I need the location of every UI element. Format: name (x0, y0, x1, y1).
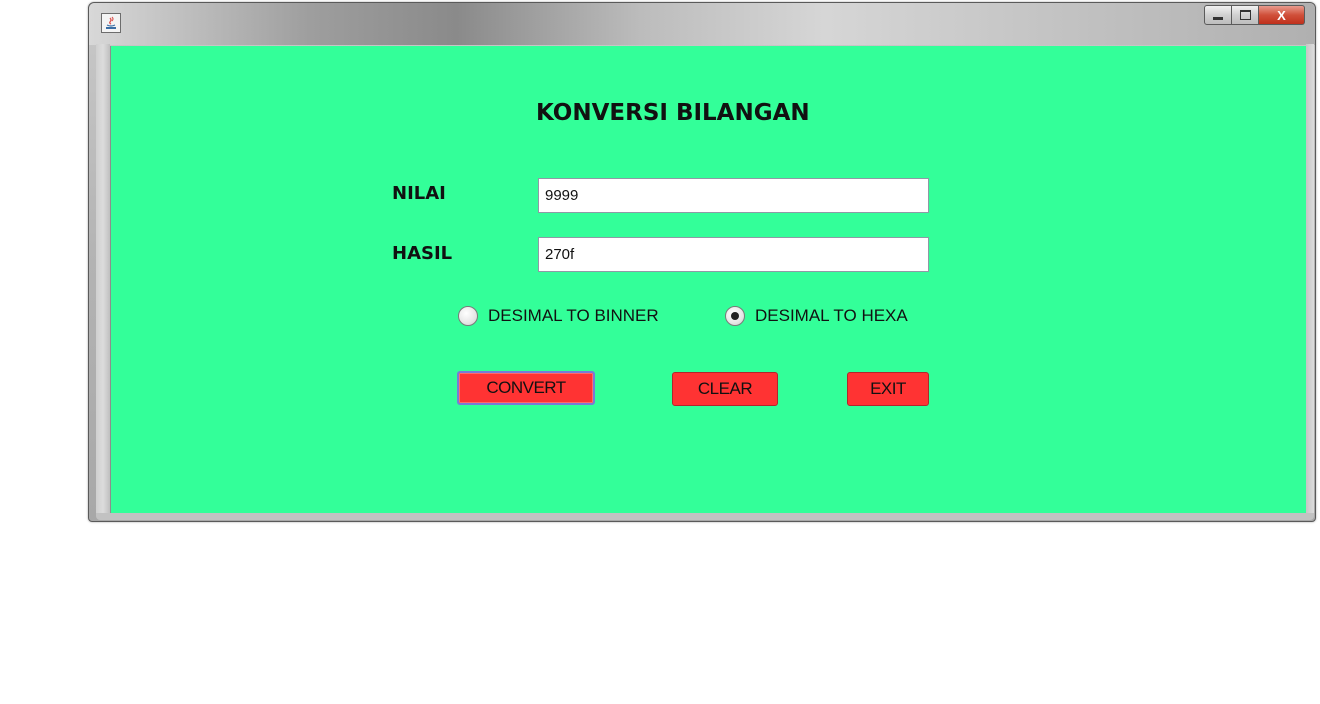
nilai-input[interactable] (538, 178, 929, 213)
radio-desimal-to-binner-label: DESIMAL TO BINNER (488, 306, 659, 325)
close-icon: X (1277, 7, 1286, 23)
radio-desimal-to-hexa-label: DESIMAL TO HEXA (755, 306, 908, 325)
maximize-icon (1239, 10, 1251, 20)
clear-button[interactable]: CLEAR (672, 372, 778, 406)
window-controls: X (1204, 5, 1305, 27)
maximize-button[interactable] (1232, 5, 1259, 25)
convert-button[interactable]: CONVERT (457, 371, 595, 405)
form-title: KONVERSI BILANGAN (536, 100, 810, 126)
radio-unchecked-icon[interactable] (458, 306, 478, 326)
close-button[interactable]: X (1259, 5, 1305, 25)
window-frame-right (1306, 44, 1314, 516)
window-frame-left (96, 44, 110, 516)
radio-desimal-to-binner[interactable]: DESIMAL TO BINNER (458, 306, 659, 326)
hasil-input[interactable] (538, 237, 929, 272)
hasil-label: HASIL (392, 243, 453, 264)
minimize-icon (1213, 17, 1223, 20)
minimize-button[interactable] (1204, 5, 1232, 25)
window-frame-bottom (96, 513, 1314, 520)
radio-desimal-to-hexa[interactable]: DESIMAL TO HEXA (725, 306, 908, 326)
java-app-icon[interactable] (101, 13, 121, 33)
title-bar[interactable]: X (89, 3, 1315, 45)
radio-checked-icon[interactable] (725, 306, 745, 326)
exit-button[interactable]: EXIT (847, 372, 929, 406)
nilai-label: NILAI (392, 183, 446, 204)
